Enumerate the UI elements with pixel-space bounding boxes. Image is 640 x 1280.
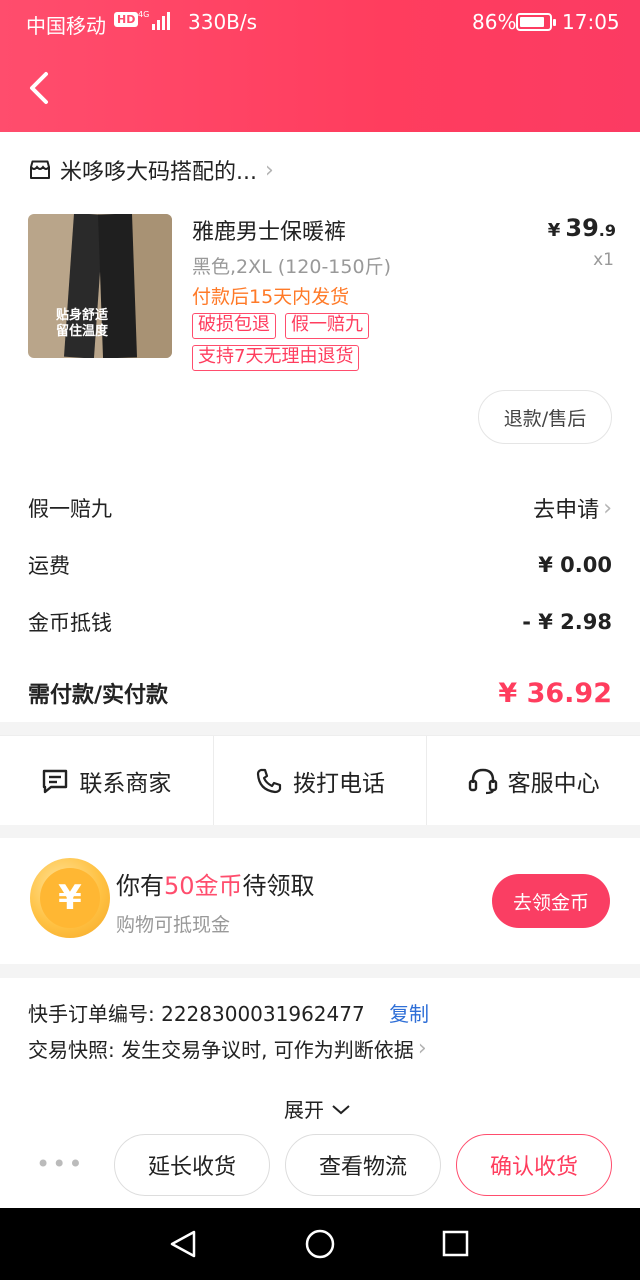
freight-label: 运费 (28, 554, 70, 578)
square-recents-icon (442, 1230, 469, 1257)
freight-value: ¥ 0.00 (538, 553, 612, 577)
product-title[interactable]: 雅鹿男士保暖裤 (192, 214, 346, 246)
apply-link[interactable]: 去申请 › (533, 492, 612, 524)
call-button[interactable]: 拨打电话 (214, 736, 428, 825)
svg-text:4G: 4G (138, 10, 149, 19)
tag-7day-return: 支持7天无理由退货 (192, 345, 360, 371)
product-spec: 黑色,2XL (120-150斤) (192, 256, 391, 278)
order-number-row: 快手订单编号: 2228300031962477 复制 (28, 998, 429, 1027)
trade-snapshot-link[interactable]: 交易快照: 发生交易争议时, 可作为判断依据 › (28, 1034, 427, 1063)
triangle-back-icon (170, 1230, 196, 1258)
shipping-note: 付款后15天内发货 (192, 286, 350, 308)
gold-coin-icon: ¥ (30, 858, 110, 938)
more-options-button[interactable]: ••• (36, 1150, 84, 1178)
product-quantity: x1 (593, 250, 614, 270)
nav-home-button[interactable] (305, 1229, 335, 1259)
store-icon (30, 160, 50, 179)
fake-compensation-row[interactable]: 假一赔九 去申请 › (28, 488, 612, 528)
contact-seller-button[interactable]: 联系商家 (0, 736, 214, 825)
fake-compensation-label: 假一赔九 (28, 497, 112, 521)
hd-badge: HD (114, 12, 139, 27)
network-speed: 330B/s (188, 10, 258, 34)
extend-receipt-button[interactable]: 延长收货 (114, 1134, 270, 1196)
total-row: 需付款/实付款 ¥ 36.92 (28, 670, 612, 716)
message-icon (43, 769, 68, 793)
chevron-down-icon (332, 1104, 350, 1114)
freight-row: 运费 ¥ 0.00 (28, 545, 612, 585)
view-logistics-button[interactable]: 查看物流 (285, 1134, 441, 1196)
tag-fake-compensation: 假一赔九 (285, 313, 369, 339)
product-image-caption-2: 留住温度 (56, 324, 109, 339)
copy-order-number-button[interactable]: 复制 (389, 1002, 429, 1026)
nav-recents-button[interactable] (442, 1230, 469, 1257)
battery-level (520, 17, 545, 27)
carrier-label: 中国移动 (26, 14, 106, 38)
coin-reward-subtitle: 购物可抵现金 (116, 914, 231, 936)
confirm-receipt-button[interactable]: 确认收货 (456, 1134, 612, 1196)
signal-icon: 4G (138, 8, 176, 37)
shop-name: 米哆哆大码搭配的... (60, 160, 257, 185)
battery-percent: 86% (472, 10, 517, 34)
headset-icon (468, 768, 497, 794)
coin-deduction-value: - ¥ 2.98 (522, 610, 612, 634)
shop-link[interactable]: 米哆哆大码搭配的... › (28, 150, 274, 190)
chevron-right-icon: › (417, 1036, 427, 1061)
nav-back-button[interactable] (170, 1230, 196, 1258)
system-nav-bar (0, 1208, 640, 1280)
product-image[interactable]: 贴身舒适 留住温度 (28, 214, 172, 358)
coin-deduction-row: 金币抵钱 - ¥ 2.98 (28, 602, 612, 642)
circle-home-icon (305, 1229, 335, 1259)
coin-reward-title: 你有50金币待领取 (116, 872, 315, 900)
total-label: 需付款/实付款 (28, 683, 169, 708)
expand-toggle[interactable]: 展开 (284, 1094, 352, 1123)
order-number-label: 快手订单编号: (28, 1002, 155, 1026)
header-bar: 中国移动 HD 4G 330B/s 86% 17:05 (0, 0, 640, 132)
refund-after-sale-button[interactable]: 退款/售后 (478, 390, 612, 444)
coin-deduction-label: 金币抵钱 (28, 611, 112, 635)
claim-coins-button[interactable]: 去领金币 (492, 874, 610, 928)
chevron-left-icon (30, 72, 48, 104)
order-number: 2228300031962477 (161, 1002, 365, 1026)
phone-icon (256, 768, 282, 793)
chevron-right-icon: › (603, 495, 612, 521)
clock: 17:05 (562, 10, 620, 34)
product-price: ¥ 39.9 (547, 214, 616, 242)
status-bar: 中国移动 HD 4G 330B/s 86% 17:05 (0, 0, 640, 44)
tag-damage-refund: 破损包退 (192, 313, 276, 339)
chevron-right-icon: › (264, 157, 274, 183)
total-value: ¥ 36.92 (498, 677, 612, 709)
customer-service-button[interactable]: 客服中心 (427, 736, 640, 825)
back-button[interactable] (22, 68, 62, 108)
contact-actions: 联系商家 拨打电话 客服中心 (0, 735, 640, 825)
battery-icon (516, 13, 556, 31)
